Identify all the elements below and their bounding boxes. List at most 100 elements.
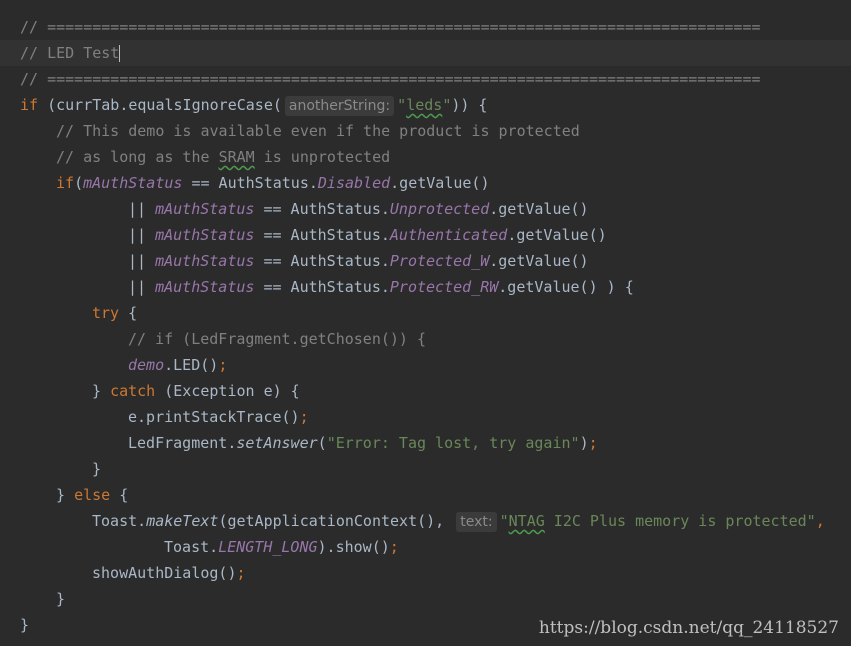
code-text: { — [119, 304, 138, 322]
code-text: } — [56, 486, 75, 504]
code-text: LedFragment. — [128, 434, 237, 452]
comment: // =====================================… — [20, 18, 761, 36]
static-method: makeText — [146, 512, 219, 530]
code-text: } — [92, 460, 102, 478]
code-text: == AuthStatus. — [182, 174, 318, 192]
code-line-23[interactable]: } — [0, 586, 851, 612]
field-name: mAuthStatus — [155, 226, 255, 244]
code-line-1[interactable]: // =====================================… — [0, 14, 851, 40]
operator: || — [128, 278, 156, 296]
code-line-21[interactable]: Toast.LENGTH_LONG).show(); — [0, 534, 851, 560]
string-quote: " — [499, 512, 509, 530]
string-typo-word: NTAG — [508, 512, 545, 530]
semicolon: ; — [588, 434, 598, 452]
comment: is unprotected — [254, 148, 391, 166]
code-line-7[interactable]: if(mAuthStatus == AuthStatus.Disabled.ge… — [0, 170, 851, 196]
comment-typo-word: SRAM — [218, 148, 255, 166]
code-line-22[interactable]: showAuthDialog(); — [0, 560, 851, 586]
operator: || — [128, 252, 156, 270]
semicolon: ; — [218, 356, 228, 374]
code-line-15[interactable]: } catch (Exception e) { — [0, 378, 851, 404]
code-text: == AuthStatus. — [254, 226, 390, 244]
comment: // as long as the — [56, 148, 219, 166]
field-name: mAuthStatus — [155, 200, 255, 218]
code-text: ).show() — [317, 538, 390, 556]
code-editor[interactable]: // =====================================… — [0, 14, 851, 638]
code-text: ( — [74, 174, 84, 192]
code-line-10[interactable]: || mAuthStatus == AuthStatus.Protected_W… — [0, 248, 851, 274]
field-name: mAuthStatus — [155, 252, 255, 270]
code-text: .getValue() — [489, 200, 589, 218]
keyword: else — [74, 486, 111, 504]
field-name: demo — [128, 356, 165, 374]
parameter-hint: anotherString: — [284, 96, 395, 116]
string-literal: I2C Plus memory is protected" — [544, 512, 816, 530]
code-text: (currTab.equalsIgnoreCase( — [38, 96, 282, 114]
text-caret — [119, 45, 121, 62]
code-text: == AuthStatus. — [254, 278, 390, 296]
code-text: .LED() — [164, 356, 219, 374]
semicolon: ; — [236, 564, 246, 582]
static-constant: Disabled — [317, 174, 391, 192]
code-line-9[interactable]: || mAuthStatus == AuthStatus.Authenticat… — [0, 222, 851, 248]
code-text: } — [56, 590, 66, 608]
code-text: { — [110, 486, 129, 504]
code-line-16[interactable]: e.printStackTrace(); — [0, 404, 851, 430]
static-constant: Protected_W — [389, 252, 490, 270]
keyword: catch — [110, 382, 156, 400]
code-text: } — [92, 382, 111, 400]
static-constant: Authenticated — [389, 226, 508, 244]
keyword: if — [56, 174, 75, 192]
comment: // if (LedFragment.getChosen()) { — [128, 330, 427, 348]
code-line-18[interactable]: } — [0, 456, 851, 482]
string-literal: "Error: Tag lost, try again" — [326, 434, 580, 452]
code-line-5[interactable]: // This demo is available even if the pr… — [0, 118, 851, 144]
code-text: ) — [579, 434, 589, 452]
semicolon: ; — [389, 538, 399, 556]
comment: // This demo is available even if the pr… — [56, 122, 580, 140]
code-line-20[interactable]: Toast.makeText(getApplicationContext(), … — [0, 508, 851, 534]
code-text: .getValue() — [390, 174, 490, 192]
code-text: )) { — [451, 96, 488, 114]
operator: || — [128, 200, 156, 218]
code-line-17[interactable]: LedFragment.setAnswer("Error: Tag lost, … — [0, 430, 851, 456]
keyword: if — [20, 96, 39, 114]
code-text: .getValue() — [507, 226, 607, 244]
string-quote: " — [442, 96, 452, 114]
code-text: Toast. — [164, 538, 219, 556]
code-line-2[interactable]: // LED Test — [0, 40, 851, 66]
code-line-19[interactable]: } else { — [0, 482, 851, 508]
code-text: e.printStackTrace() — [128, 408, 300, 426]
operator: || — [128, 226, 156, 244]
code-line-13[interactable]: // if (LedFragment.getChosen()) { — [0, 326, 851, 352]
string-quote: " — [397, 96, 407, 114]
code-text: showAuthDialog() — [92, 564, 237, 582]
field-name: mAuthStatus — [83, 174, 183, 192]
code-line-3[interactable]: // =====================================… — [0, 66, 851, 92]
code-text: == AuthStatus. — [254, 252, 390, 270]
static-constant: Unprotected — [389, 200, 490, 218]
comma: , — [815, 512, 825, 530]
semicolon: ; — [299, 408, 309, 426]
code-text: == AuthStatus. — [254, 200, 390, 218]
code-text: .getValue() — [489, 252, 589, 270]
code-text: (Exception e) { — [155, 382, 300, 400]
code-line-6[interactable]: // as long as the SRAM is unprotected — [0, 144, 851, 170]
parameter-hint: text: — [456, 512, 497, 532]
watermark: https://blog.csdn.net/qq_24118527 — [538, 618, 839, 638]
field-name: mAuthStatus — [155, 278, 255, 296]
code-text: ( — [317, 434, 327, 452]
code-line-8[interactable]: || mAuthStatus == AuthStatus.Unprotected… — [0, 196, 851, 222]
static-constant: Protected_RW — [389, 278, 499, 296]
static-method: setAnswer — [236, 434, 318, 452]
code-line-12[interactable]: try { — [0, 300, 851, 326]
code-text: } — [20, 616, 30, 634]
code-line-4[interactable]: if (currTab.equalsIgnoreCase(anotherStri… — [0, 92, 851, 118]
code-text: (getApplicationContext(), — [218, 512, 445, 530]
comment: // LED Test — [20, 44, 120, 62]
comment: // =====================================… — [20, 70, 761, 88]
code-line-14[interactable]: demo.LED(); — [0, 352, 851, 378]
keyword: try — [92, 304, 120, 322]
code-line-11[interactable]: || mAuthStatus == AuthStatus.Protected_R… — [0, 274, 851, 300]
static-constant: LENGTH_LONG — [218, 538, 318, 556]
